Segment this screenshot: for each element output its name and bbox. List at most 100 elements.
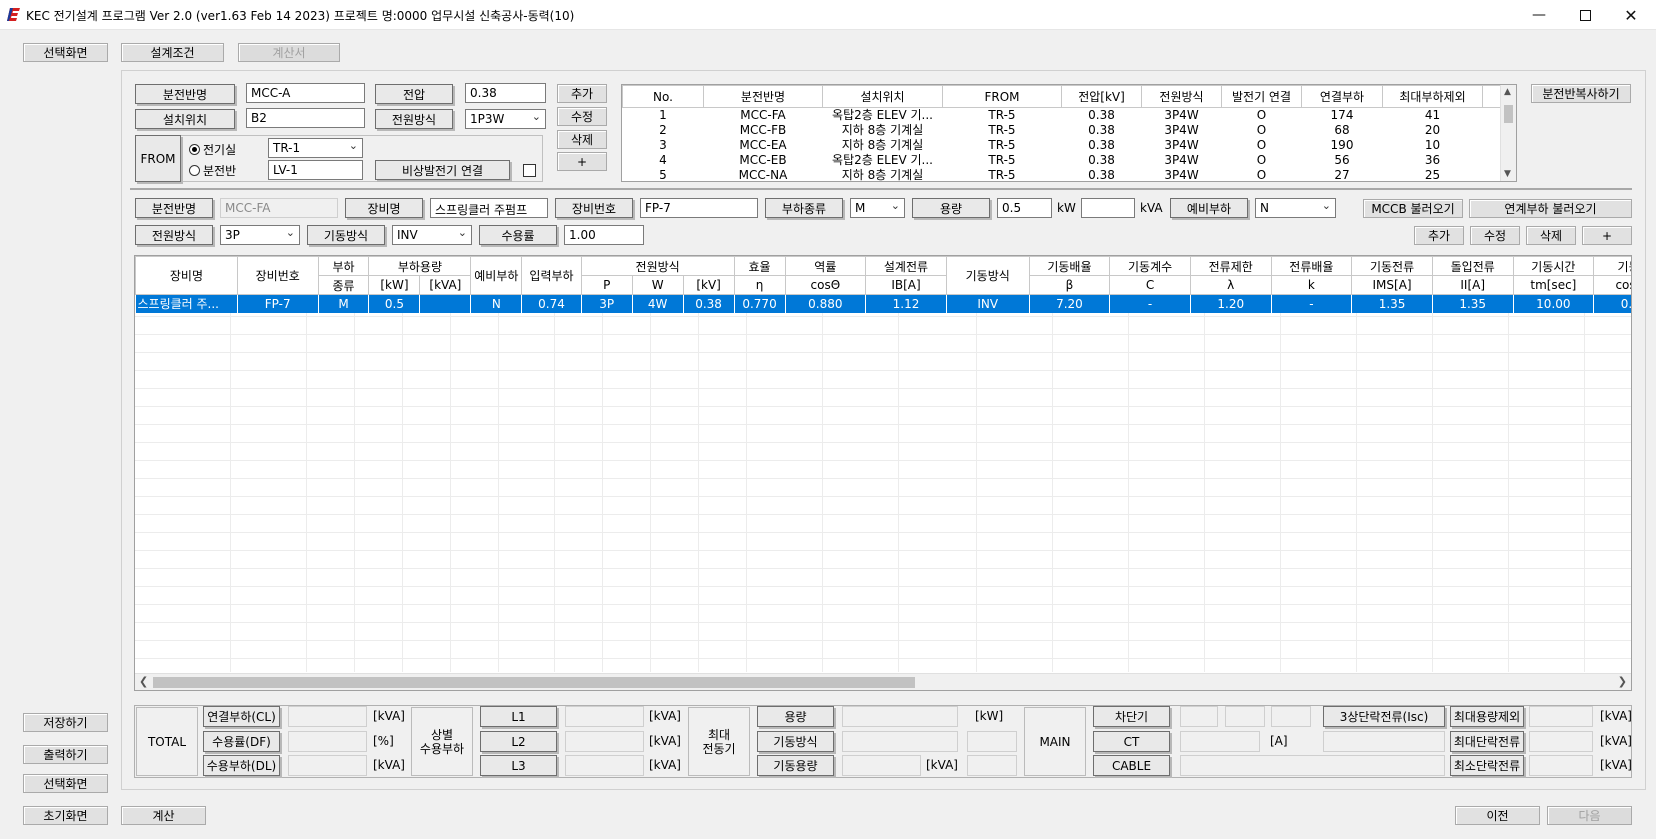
equip-power-select[interactable]: 3P ⌄ [220, 225, 300, 245]
table-header-cell[interactable]: 장비명 [135, 256, 238, 295]
grid-line [135, 640, 1631, 641]
spare-load-select[interactable]: N ⌄ [1255, 198, 1336, 218]
table-header-cell[interactable]: 기동전류 [1351, 256, 1433, 276]
copy-panel-button[interactable]: 분전반복사하기 [1531, 84, 1631, 103]
close-button[interactable]: ✕ [1608, 0, 1654, 30]
panel-table-cell: 1 [659, 108, 667, 122]
panel-table-row[interactable]: 1 MCC-FA 옥탑2층 ELEV 기... TR-5 0.38 3P4W O 174 41 [623, 108, 1503, 124]
calc-button[interactable]: 계산 [121, 806, 206, 825]
panel-name-input[interactable]: MCC-A [246, 83, 365, 103]
unit-kva: [kVA] [1600, 709, 1632, 723]
table-header-cell[interactable]: 부하 [317, 256, 370, 276]
table-header-cell[interactable]: 전원방식 [580, 256, 735, 276]
init-screen-button[interactable]: 초기화면 [23, 806, 108, 825]
motor-capacity-label: 용량 [757, 706, 834, 727]
hscroll-thumb[interactable] [153, 677, 915, 688]
maximize-button[interactable] [1562, 0, 1608, 30]
equip-add-button[interactable]: 추가 [1414, 226, 1464, 245]
table-header-cell[interactable]: 설계전류 [865, 256, 947, 276]
panel-table-row[interactable]: 4 MCC-EB 옥탑2층 ELEV 기... TR-5 0.38 3P4W O 56 36 [623, 153, 1503, 168]
grid-line [1280, 298, 1281, 672]
equip-edit-button[interactable]: 수정 [1470, 226, 1520, 245]
panel-table-header-cell[interactable]: No. [622, 85, 704, 108]
table-header-cell[interactable]: 돌입전류 [1431, 256, 1514, 276]
table-header-cell[interactable]: 전류배율 [1270, 256, 1353, 276]
from-elec-select[interactable]: TR-1 ⌄ [268, 138, 363, 158]
panel-table-header-cell[interactable]: 전압[kV] [1061, 85, 1142, 108]
location-input[interactable]: B2 [246, 108, 365, 128]
panel-plus-button[interactable]: + [557, 152, 607, 171]
panel-table-row[interactable]: 2 MCC-FB 지하 8층 기계실 TR-5 0.38 3P4W O 68 20 [623, 123, 1503, 138]
minimize-button[interactable]: — [1516, 0, 1562, 30]
panel-table-row[interactable]: 5 MCC-NA 지하 8층 기계실 TR-5 0.38 3P4W O 27 25 [623, 168, 1503, 181]
unit-kva: [kVA] [1600, 758, 1632, 772]
unit-kw: [kW] [975, 709, 1004, 723]
table-header-cell[interactable]: 기동역 [1593, 256, 1631, 276]
mccb-load-button[interactable]: MCCB 불러오기 [1363, 199, 1463, 218]
panel-table-row[interactable]: 3 MCC-EA 지하 8층 기계실 TR-5 0.38 3P4W O 190 10 [623, 138, 1503, 153]
panel-table-header-cell[interactable]: 분전반명 [703, 85, 823, 108]
table-subheader-cell: [kV] [682, 275, 735, 295]
equip-delete-button[interactable]: 삭제 [1526, 226, 1576, 245]
table-row[interactable]: 스프링클러 주... FP-7 M 0.5 N 0.74 3P 4W 0.38 0.770 0.88… [135, 294, 1631, 313]
prev-button[interactable]: 이전 [1455, 806, 1540, 825]
equip-panel-input[interactable]: MCC-FA [220, 198, 338, 218]
panel-table-cell: TR-5 [988, 123, 1016, 137]
radio-panel[interactable]: 분전반 [189, 162, 236, 179]
panel-table-cell: 0.38 [1088, 108, 1115, 122]
load-type-select[interactable]: M ⌄ [850, 198, 905, 218]
panel-table-header-cell[interactable]: 연결부하 [1301, 85, 1383, 108]
table-header-cell[interactable]: 부하용량 [368, 256, 472, 276]
table-header-cell[interactable]: 역률 [784, 256, 867, 276]
table-header-cell[interactable]: 장비번호 [236, 256, 319, 295]
linked-load-button[interactable]: 연계부하 불러오기 [1469, 199, 1632, 218]
power-method-select[interactable]: 1P3W ⌄ [465, 109, 546, 129]
panel-table-cell: MCC-FA [740, 108, 786, 122]
table-cell: 0.770 [734, 294, 786, 313]
save-button[interactable]: 저장하기 [23, 713, 108, 732]
table-header-cell[interactable]: 기동계수 [1109, 256, 1191, 276]
equip-name-input[interactable]: 스프링클러 주펌프 [430, 198, 548, 218]
table-header-cell[interactable]: 전류제한 [1189, 256, 1272, 276]
equip-no-input[interactable]: FP-7 [640, 198, 758, 218]
from-panel-input[interactable]: LV-1 [268, 160, 363, 180]
calc-sheet-tab[interactable]: 계산서 [238, 43, 340, 62]
panel-delete-button[interactable]: 삭제 [557, 130, 607, 149]
table-header-cell[interactable]: 기동방식 [945, 256, 1030, 295]
panel-table-header-cell[interactable]: 발전기 연결 [1221, 85, 1302, 108]
equipment-table-hscrollbar[interactable]: ❮ ❯ [135, 673, 1631, 690]
panel-table-header-cell[interactable]: FROM [942, 85, 1062, 108]
select-screen-button[interactable]: 선택화면 [23, 774, 108, 793]
table-header-cell[interactable]: 효율 [733, 256, 786, 276]
start-method-select[interactable]: INV ⌄ [392, 225, 472, 245]
radio-elec-room-label: 전기실 [203, 143, 237, 157]
panel-table-header-cell[interactable]: 전원방식 [1141, 85, 1222, 108]
table-cell: 1.20 [1190, 294, 1272, 313]
table-header-cell[interactable]: 기동배율 [1028, 256, 1111, 276]
voltage-input[interactable]: 0.38 [465, 83, 546, 103]
grid-line [135, 568, 1631, 569]
capacity-kva-input[interactable] [1081, 198, 1135, 218]
table-header-cell[interactable]: 입력부하 [521, 256, 582, 295]
emergency-gen-checkbox[interactable] [523, 164, 536, 177]
table-header-cell[interactable]: 기동시간 [1512, 256, 1595, 276]
radio-elec-room[interactable]: 전기실 [189, 141, 236, 158]
print-button[interactable]: 출력하기 [23, 745, 108, 764]
panel-table-scrollbar[interactable]: ▲ ▼ [1500, 85, 1516, 181]
scroll-thumb[interactable] [1504, 105, 1513, 123]
select-screen-tab[interactable]: 선택화면 [23, 43, 108, 62]
design-condition-tab[interactable]: 설계조건 [121, 43, 224, 62]
table-subheader-cell: β [1028, 275, 1111, 295]
table-header-cell[interactable]: 예비부하 [470, 256, 523, 295]
table-cell: - [1109, 294, 1191, 313]
table-header-row1: 장비명 장비번호 부하 부하용량 예비부하 입력부하 전원방식 효율 역률 설계전류 기동방식 기동배… [135, 256, 1631, 295]
capacity-kw-input[interactable]: 0.5 [997, 198, 1052, 218]
next-button[interactable]: 다음 [1547, 806, 1632, 825]
panel-edit-button[interactable]: 수정 [557, 107, 607, 126]
equip-plus-button[interactable]: + [1582, 226, 1632, 245]
demand-factor-input[interactable]: 1.00 [564, 225, 644, 245]
panel-table-header-cell[interactable]: 설치위치 [822, 85, 943, 108]
panel-add-button[interactable]: 추가 [557, 84, 607, 103]
panel-table-header-cell[interactable]: 최대부하제외 [1382, 85, 1483, 108]
grid-line [976, 298, 977, 672]
